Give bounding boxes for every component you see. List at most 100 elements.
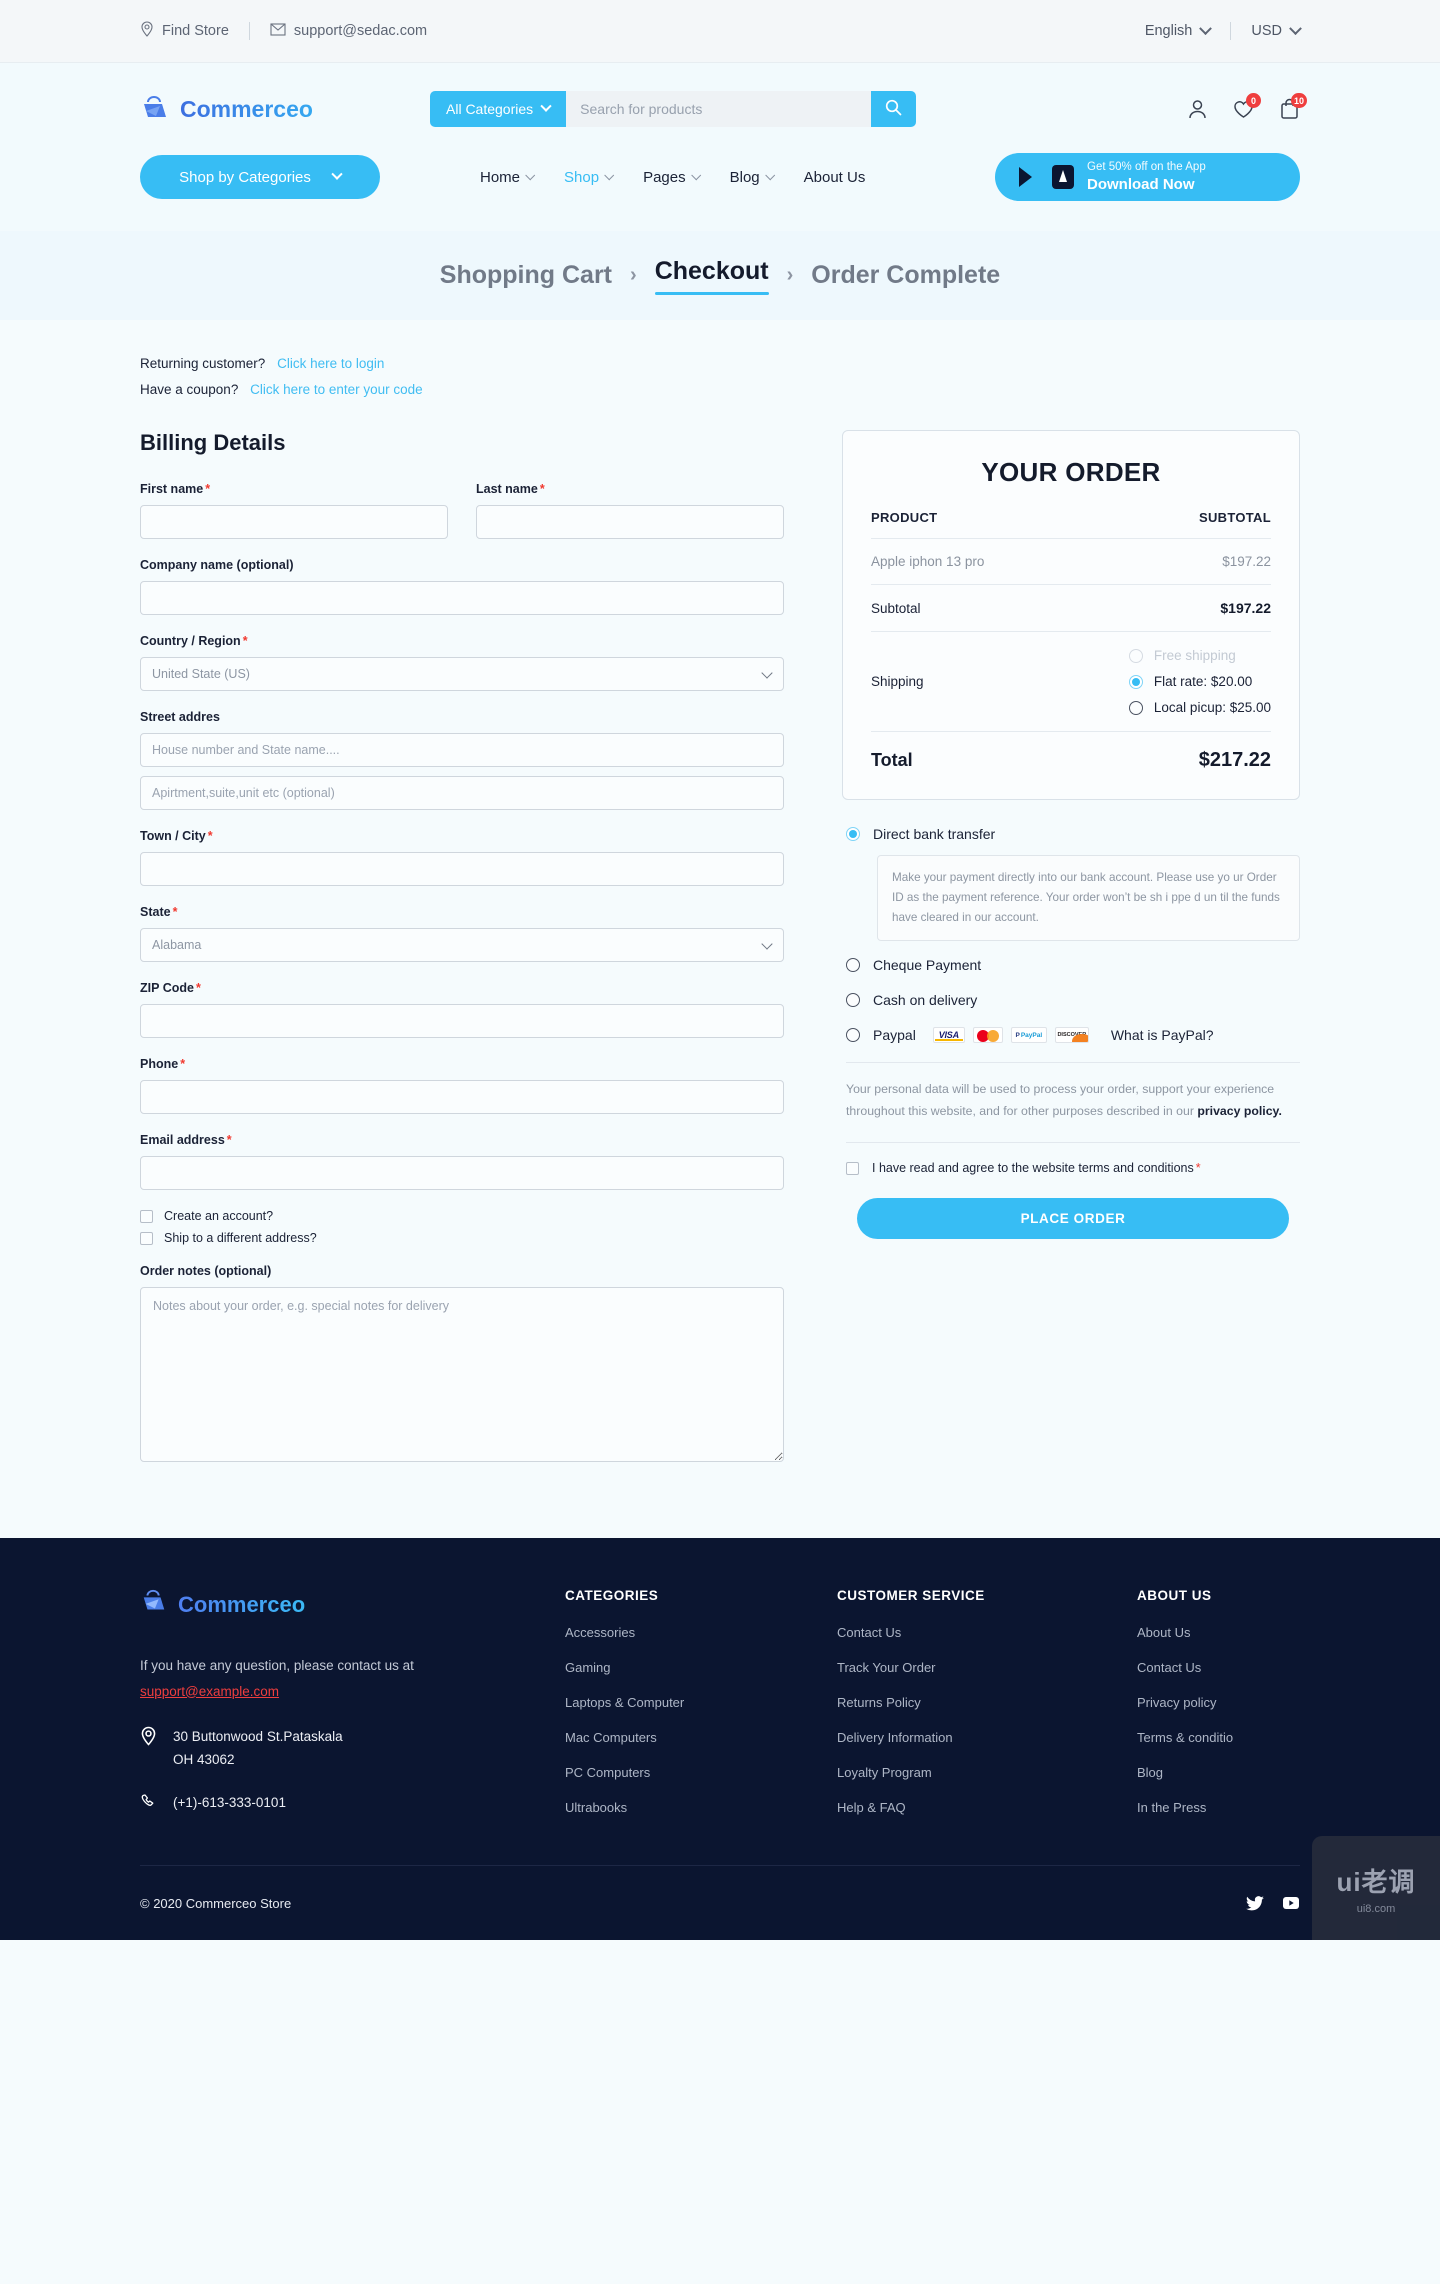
phone-input[interactable] — [140, 1080, 784, 1114]
nav-item-about-us[interactable]: About Us — [804, 169, 866, 186]
footer-link[interactable]: About Us — [1137, 1625, 1233, 1640]
search-bar: All Categories — [430, 91, 917, 127]
last-name-label-text: Last name — [476, 482, 538, 496]
language-selector[interactable]: English — [1145, 21, 1213, 39]
location-pin-icon — [140, 21, 154, 41]
town-city-label-text: Town / City — [140, 829, 206, 843]
coupon-link[interactable]: Click here to enter your code — [250, 382, 423, 397]
app-download-promo[interactable]: Get 50% off on the App Download Now — [995, 153, 1300, 201]
footer-link[interactable]: Contact Us — [1137, 1660, 1233, 1675]
footer-link[interactable]: Help & FAQ — [837, 1800, 1137, 1815]
site-logo[interactable]: Commerceo — [140, 94, 370, 124]
all-categories-label: All Categories — [446, 101, 534, 117]
all-categories-dropdown[interactable]: All Categories — [430, 91, 567, 127]
search-input[interactable] — [566, 91, 872, 127]
footer-link[interactable]: Ultrabooks — [565, 1800, 837, 1815]
footer-link[interactable]: PC Computers — [565, 1765, 837, 1780]
currency-selector[interactable]: USD — [1251, 21, 1302, 39]
zip-code-input[interactable] — [140, 1004, 784, 1038]
breadcrumb-step-shopping-cart[interactable]: Shopping Cart — [440, 261, 612, 290]
radio-flat-rate[interactable] — [1128, 674, 1143, 689]
ship-different-row[interactable]: Ship to a different address? — [140, 1231, 784, 1245]
shipping-option-free-label: Free shipping — [1153, 648, 1236, 663]
breadcrumb-separator-icon: › — [630, 264, 637, 286]
first-name-input[interactable] — [140, 505, 448, 539]
privacy-policy-link[interactable]: privacy policy. — [1197, 1104, 1282, 1118]
youtube-icon[interactable] — [1282, 1894, 1300, 1912]
footer-link[interactable]: Accessories — [565, 1625, 837, 1640]
support-email-link[interactable]: support@sedac.com — [270, 22, 427, 40]
footer-link[interactable]: Laptops & Computer — [565, 1695, 837, 1710]
nav-item-blog[interactable]: Blog — [730, 169, 775, 186]
footer-logo[interactable]: Commerceo — [140, 1588, 565, 1621]
wishlist-button[interactable]: 0 — [1232, 93, 1261, 121]
find-store-link[interactable]: Find Store — [140, 21, 229, 41]
shipping-option-flat-rate[interactable]: Flat rate: $20.00 — [1128, 674, 1252, 689]
order-total-row: Total $217.22 — [871, 731, 1271, 791]
town-city-input[interactable] — [140, 852, 784, 886]
payment-option-paypal[interactable]: Paypal VISA P PayPal DISCOVER What is Pay… — [846, 1027, 1300, 1044]
radio-direct-bank-transfer[interactable] — [846, 827, 860, 841]
radio-free-shipping[interactable] — [1128, 648, 1143, 663]
radio-paypal[interactable] — [846, 1028, 860, 1043]
page-root: Find Store support@sedac.com English USD… — [0, 0, 1440, 1940]
search-submit-button[interactable] — [871, 91, 917, 127]
location-pin-icon — [140, 1726, 157, 1753]
shipping-option-free[interactable]: Free shipping — [1128, 648, 1236, 663]
create-account-row[interactable]: Create an account? — [140, 1209, 784, 1223]
topbar-divider-2 — [1230, 22, 1232, 40]
footer-address-text: 30 Buttonwood St.Pataskala OH 43062 — [173, 1726, 343, 1771]
footer-link[interactable]: Delivery Information — [837, 1730, 1137, 1745]
nav-item-pages[interactable]: Pages — [643, 169, 701, 186]
breadcrumb-step-order-complete[interactable]: Order Complete — [811, 261, 1000, 290]
radio-local-pickup[interactable] — [1128, 700, 1143, 715]
email-label-text: Email address — [140, 1133, 225, 1147]
state-select[interactable]: Alabama — [140, 928, 784, 962]
cart-button[interactable]: 10 — [1278, 93, 1307, 121]
footer-link[interactable]: In the Press — [1137, 1800, 1233, 1815]
footer-link[interactable]: Contact Us — [837, 1625, 1137, 1640]
company-input[interactable] — [140, 581, 784, 615]
street-address-line1-input[interactable] — [140, 733, 784, 767]
ship-different-checkbox[interactable] — [140, 1231, 153, 1245]
nav-item-home[interactable]: Home — [480, 169, 536, 186]
twitter-icon[interactable] — [1246, 1894, 1264, 1912]
radio-cash-on-delivery[interactable] — [846, 993, 860, 1008]
footer-phone: (+1)-613-333-0101 — [140, 1793, 565, 1813]
shipping-option-local-pickup-label: Local picup: $25.00 — [1153, 700, 1271, 715]
terms-label-text: I have read and agree to the website ter… — [872, 1161, 1194, 1176]
email-input[interactable] — [140, 1156, 784, 1190]
create-account-label: Create an account? — [164, 1209, 274, 1223]
last-name-input[interactable] — [476, 505, 784, 539]
payment-option-cheque[interactable]: Cheque Payment — [846, 957, 1300, 973]
order-notes-textarea[interactable] — [140, 1287, 784, 1462]
login-link[interactable]: Click here to login — [277, 356, 384, 371]
street-address-line2-input[interactable] — [140, 776, 784, 810]
footer-link[interactable]: Gaming — [565, 1660, 837, 1675]
shipping-option-local-pickup[interactable]: Local picup: $25.00 — [1128, 700, 1271, 715]
nav-item-shop[interactable]: Shop — [564, 169, 615, 186]
order-notes-field-group: Order notes (optional) — [140, 1264, 784, 1467]
footer-contact-email[interactable]: support@example.com — [140, 1679, 565, 1705]
footer-link[interactable]: Privacy policy — [1137, 1695, 1233, 1710]
main-navigation-bar: Shop by Categories Home Shop Pages Blog — [0, 133, 1440, 231]
footer-link[interactable]: Track Your Order — [837, 1660, 1137, 1675]
country-select[interactable]: United State (US) — [140, 657, 784, 691]
payment-option-bank-transfer[interactable]: Direct bank transfer — [846, 826, 1300, 842]
shop-by-categories-button[interactable]: Shop by Categories — [140, 155, 380, 199]
radio-cheque-payment[interactable] — [846, 958, 860, 973]
breadcrumb-step-checkout[interactable]: Checkout — [654, 257, 769, 295]
payment-option-cash-on-delivery[interactable]: Cash on delivery — [846, 992, 1300, 1008]
footer-link[interactable]: Terms & conditio — [1137, 1730, 1233, 1745]
terms-agreement-row[interactable]: I have read and agree to the website ter… — [846, 1143, 1300, 1175]
footer-link[interactable]: Returns Policy — [837, 1695, 1137, 1710]
create-account-checkbox[interactable] — [140, 1209, 153, 1223]
terms-checkbox[interactable] — [846, 1161, 859, 1175]
footer-heading-about-us: ABOUT US — [1137, 1588, 1212, 1603]
footer-link[interactable]: Loyalty Program — [837, 1765, 1137, 1780]
account-button[interactable] — [1186, 97, 1208, 121]
what-is-paypal-link[interactable]: What is PayPal? — [1111, 1027, 1214, 1043]
place-order-button[interactable]: PLACE ORDER — [857, 1198, 1289, 1240]
footer-link[interactable]: Mac Computers — [565, 1730, 837, 1745]
footer-link[interactable]: Blog — [1137, 1765, 1233, 1780]
